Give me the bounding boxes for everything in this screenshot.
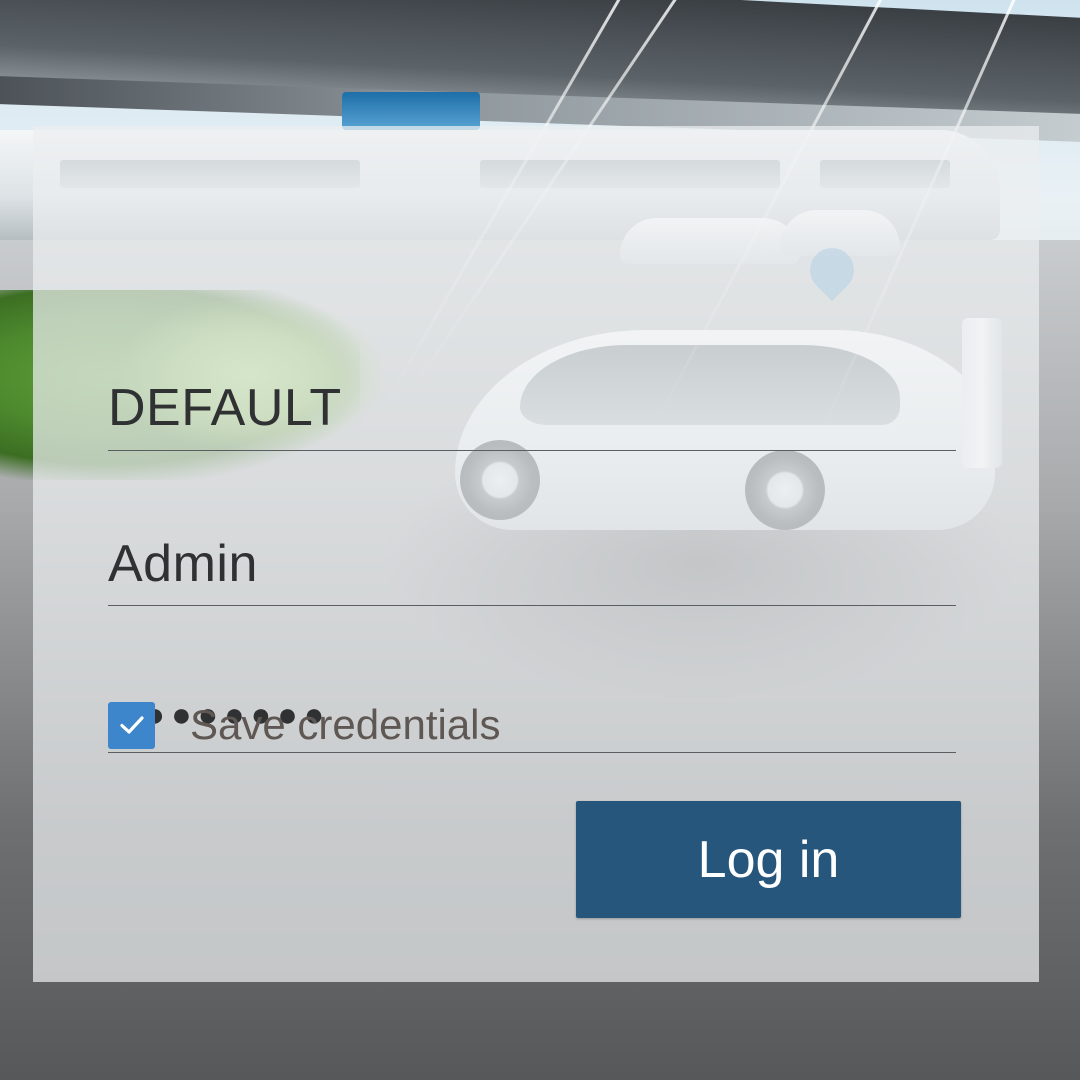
profile-field[interactable]: DEFAULT [108,252,956,451]
checkmark-icon [119,716,144,734]
login-panel: DEFAULT Admin ●●●●●●●● Save credentials … [33,126,1039,982]
save-credentials-checkbox[interactable] [108,701,155,749]
background-station-sign [342,92,480,130]
save-credentials-row[interactable]: Save credentials [108,700,501,750]
username-value: Admin [108,535,258,593]
profile-value: DEFAULT [108,379,342,437]
save-credentials-label[interactable]: Save credentials [190,701,501,749]
login-screen: DEFAULT Admin ●●●●●●●● Save credentials … [0,0,1080,1080]
username-field[interactable]: Admin [108,450,956,606]
login-button[interactable]: Log in [576,801,961,918]
